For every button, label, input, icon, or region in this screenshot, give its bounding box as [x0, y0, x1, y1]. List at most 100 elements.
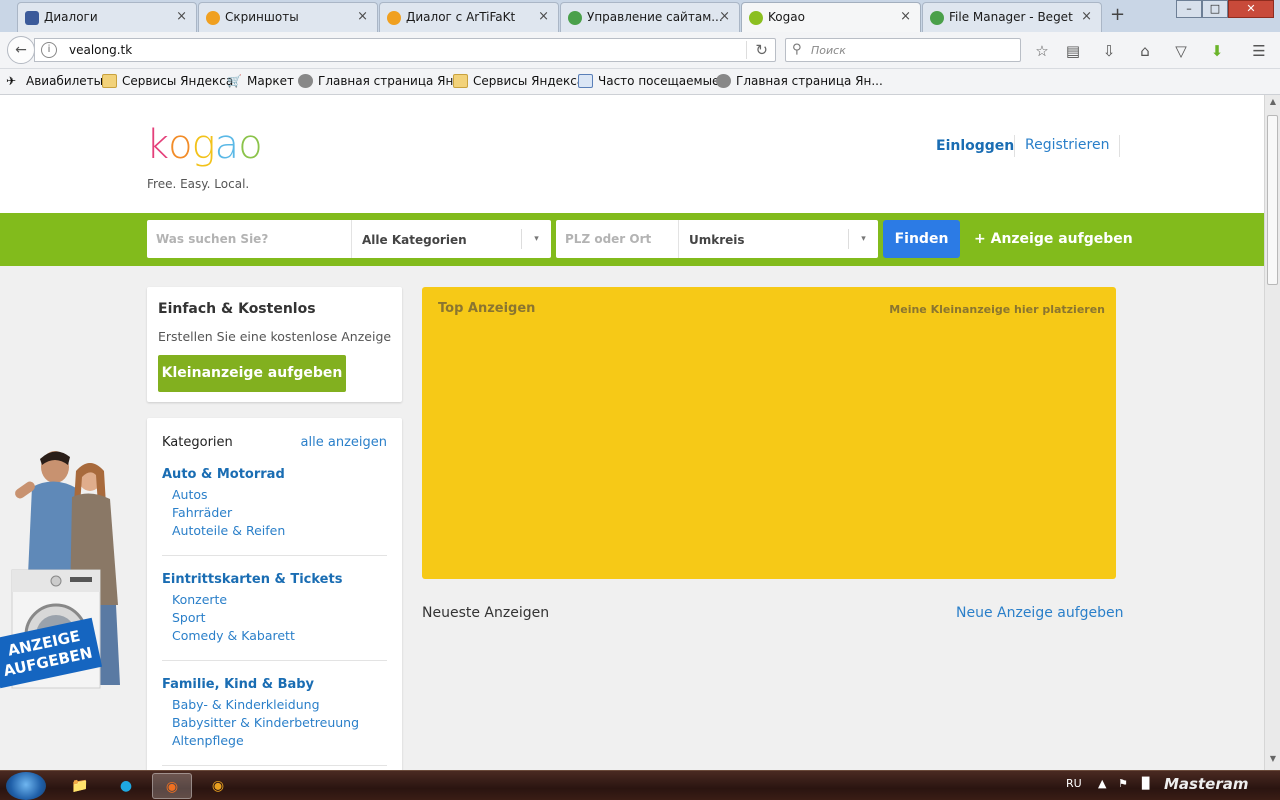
post-classified-button[interactable]: Kleinanzeige aufgeben [158, 355, 346, 392]
window-close-button[interactable]: ✕ [1228, 0, 1274, 18]
home-icon[interactable]: ⌂ [1135, 41, 1155, 61]
category-select[interactable]: Alle Kategorien ▾ [351, 220, 551, 258]
menu-icon[interactable]: ☰ [1249, 41, 1269, 61]
new-tab-button[interactable]: + [1110, 4, 1125, 25]
globe-icon [298, 74, 313, 88]
post-ad-promo-banner[interactable]: ANZEIGE AUFGEBEN [0, 445, 130, 695]
login-link[interactable]: Einloggen [936, 138, 1014, 154]
bookmark-glavnaya-2[interactable]: Главная страница Ян... [716, 74, 883, 88]
close-icon[interactable]: × [900, 3, 911, 31]
chevron-down-icon[interactable]: ▾ [848, 229, 878, 249]
divider [162, 555, 387, 556]
chevron-down-icon[interactable]: ▾ [521, 229, 551, 249]
bookmark-glavnaya-1[interactable]: Главная страница Ян... [298, 74, 465, 88]
divider [162, 660, 387, 661]
tab-label: Управление сайтам... [587, 10, 723, 24]
bookmark-aviabilety[interactable]: ✈ Авиабилеты [6, 74, 103, 88]
start-button[interactable] [6, 772, 46, 800]
bookmark-label: Авиабилеты [26, 74, 104, 88]
bookmark-label: Сервисы Яндекса [473, 74, 585, 88]
close-icon[interactable]: × [176, 3, 187, 31]
category-group: Auto & Motorrad Autos Fahrräder Autoteil… [162, 467, 387, 540]
bookmark-servisy-yandexa-2[interactable]: Сервисы Яндекса [453, 74, 584, 88]
close-icon[interactable]: × [719, 3, 730, 31]
category-item[interactable]: Sport [162, 609, 387, 627]
location-input[interactable]: PLZ oder Ort [556, 220, 678, 258]
green-download-icon[interactable]: ⬇ [1207, 41, 1227, 61]
show-all-link[interactable]: alle anzeigen [301, 435, 387, 450]
browser-search-input[interactable]: ⚲ Поиск [785, 38, 1021, 62]
post-ad-link[interactable]: + Anzeige aufgeben [974, 231, 1133, 247]
bookmark-chasto-poseshchaemye[interactable]: Часто посещаемые [578, 74, 719, 88]
register-link[interactable]: Registrieren [1014, 135, 1121, 157]
network-icon[interactable]: ▉ [1142, 777, 1150, 790]
scroll-up-arrow[interactable]: ▲ [1267, 97, 1279, 111]
language-indicator[interactable]: RU [1066, 777, 1082, 790]
url-text[interactable]: vealong.tk [69, 43, 132, 57]
close-icon[interactable]: × [1081, 3, 1092, 31]
tab-label: Диалог с ArTiFaKt [406, 10, 516, 24]
category-group-title[interactable]: Familie, Kind & Baby [162, 677, 387, 692]
explorer-icon[interactable]: 📁 [60, 773, 100, 799]
tab-kogao[interactable]: Kogao × [741, 2, 921, 32]
card-description: Erstellen Sie eine kostenlose Anzeige [158, 329, 392, 344]
category-item[interactable]: Fahrräder [162, 504, 387, 522]
tab-file-manager[interactable]: File Manager - Beget × [922, 2, 1102, 32]
bookmark-star-icon[interactable]: ☆ [1032, 41, 1052, 61]
close-icon[interactable]: × [357, 3, 368, 31]
new-ad-link[interactable]: Neue Anzeige aufgeben [956, 605, 1124, 621]
back-button[interactable]: ← [7, 36, 35, 64]
flag-icon[interactable]: ⚑ [1118, 777, 1128, 790]
beget-icon [930, 11, 944, 25]
tab-dialogi[interactable]: Диалоги × [17, 2, 197, 32]
tab-skrinshoty[interactable]: Скриншоты × [198, 2, 378, 32]
category-value: Alle Kategorien [362, 233, 467, 247]
bookmark-servisy-yandexa[interactable]: Сервисы Яндекса [102, 74, 233, 88]
download-icon[interactable]: ⇩ [1099, 41, 1119, 61]
watermark-text: Masteram [1164, 775, 1249, 793]
category-item[interactable]: Baby- & Kinderkleidung [162, 696, 387, 714]
kogao-favicon [749, 11, 763, 25]
category-item[interactable]: Babysitter & Kinderbetreuung [162, 714, 387, 732]
folder-search-icon [578, 74, 593, 88]
address-bar[interactable]: i vealong.tk ↻ [34, 38, 776, 62]
category-group-title[interactable]: Auto & Motorrad [162, 467, 387, 482]
pocket-icon[interactable]: ▽ [1171, 41, 1191, 61]
category-item[interactable]: Konzerte [162, 591, 387, 609]
tray-expand-icon[interactable]: ▲ [1098, 777, 1106, 790]
minimize-button[interactable]: – [1176, 0, 1202, 18]
divider [162, 765, 387, 766]
location-placeholder: PLZ oder Ort [565, 232, 652, 246]
folder-icon [453, 74, 468, 88]
find-button[interactable]: Finden [883, 220, 960, 258]
page-scrollbar[interactable]: ▲ ▼ [1264, 95, 1280, 770]
folder-icon [102, 74, 117, 88]
reload-icon[interactable]: ↻ [746, 41, 768, 59]
place-ad-link[interactable]: Meine Kleinanzeige hier platzieren [889, 303, 1105, 316]
radius-select[interactable]: Umkreis ▾ [678, 220, 878, 258]
chrome-icon[interactable]: ◉ [198, 773, 238, 799]
scroll-down-arrow[interactable]: ▼ [1267, 754, 1279, 768]
tab-upravlenie[interactable]: Управление сайтам... × [560, 2, 740, 32]
reading-list-icon[interactable]: ▤ [1063, 41, 1083, 61]
tab-dialog-artifakt[interactable]: Диалог с ArTiFaKt × [379, 2, 559, 32]
browser-tab-bar: Диалоги × Скриншоты × Диалог с ArTiFaKt … [0, 0, 1280, 32]
top-ads-title: Top Anzeigen [438, 301, 536, 316]
site-info-icon[interactable]: i [41, 42, 57, 58]
firefox-icon[interactable]: ◉ [152, 773, 192, 799]
search-query-input[interactable]: Was suchen Sie? [147, 220, 351, 258]
category-item[interactable]: Altenpflege [162, 732, 387, 750]
skype-icon[interactable]: ● [106, 773, 146, 799]
category-item[interactable]: Comedy & Kabarett [162, 627, 387, 645]
category-item[interactable]: Autos [162, 486, 387, 504]
close-icon[interactable]: × [538, 3, 549, 31]
category-group-title[interactable]: Eintrittskarten & Tickets [162, 572, 387, 587]
search-icon: ⚲ [792, 42, 802, 57]
bookmark-market[interactable]: 🛒 Маркет [227, 74, 294, 88]
maximize-button[interactable]: □ [1202, 0, 1228, 18]
newest-ads-heading: Neueste Anzeigen [422, 605, 550, 621]
scroll-thumb[interactable] [1267, 115, 1278, 285]
category-item[interactable]: Autoteile & Reifen [162, 522, 387, 540]
kogao-logo[interactable]: kogao [146, 123, 263, 167]
card-title: Einfach & Kostenlos [158, 301, 316, 317]
